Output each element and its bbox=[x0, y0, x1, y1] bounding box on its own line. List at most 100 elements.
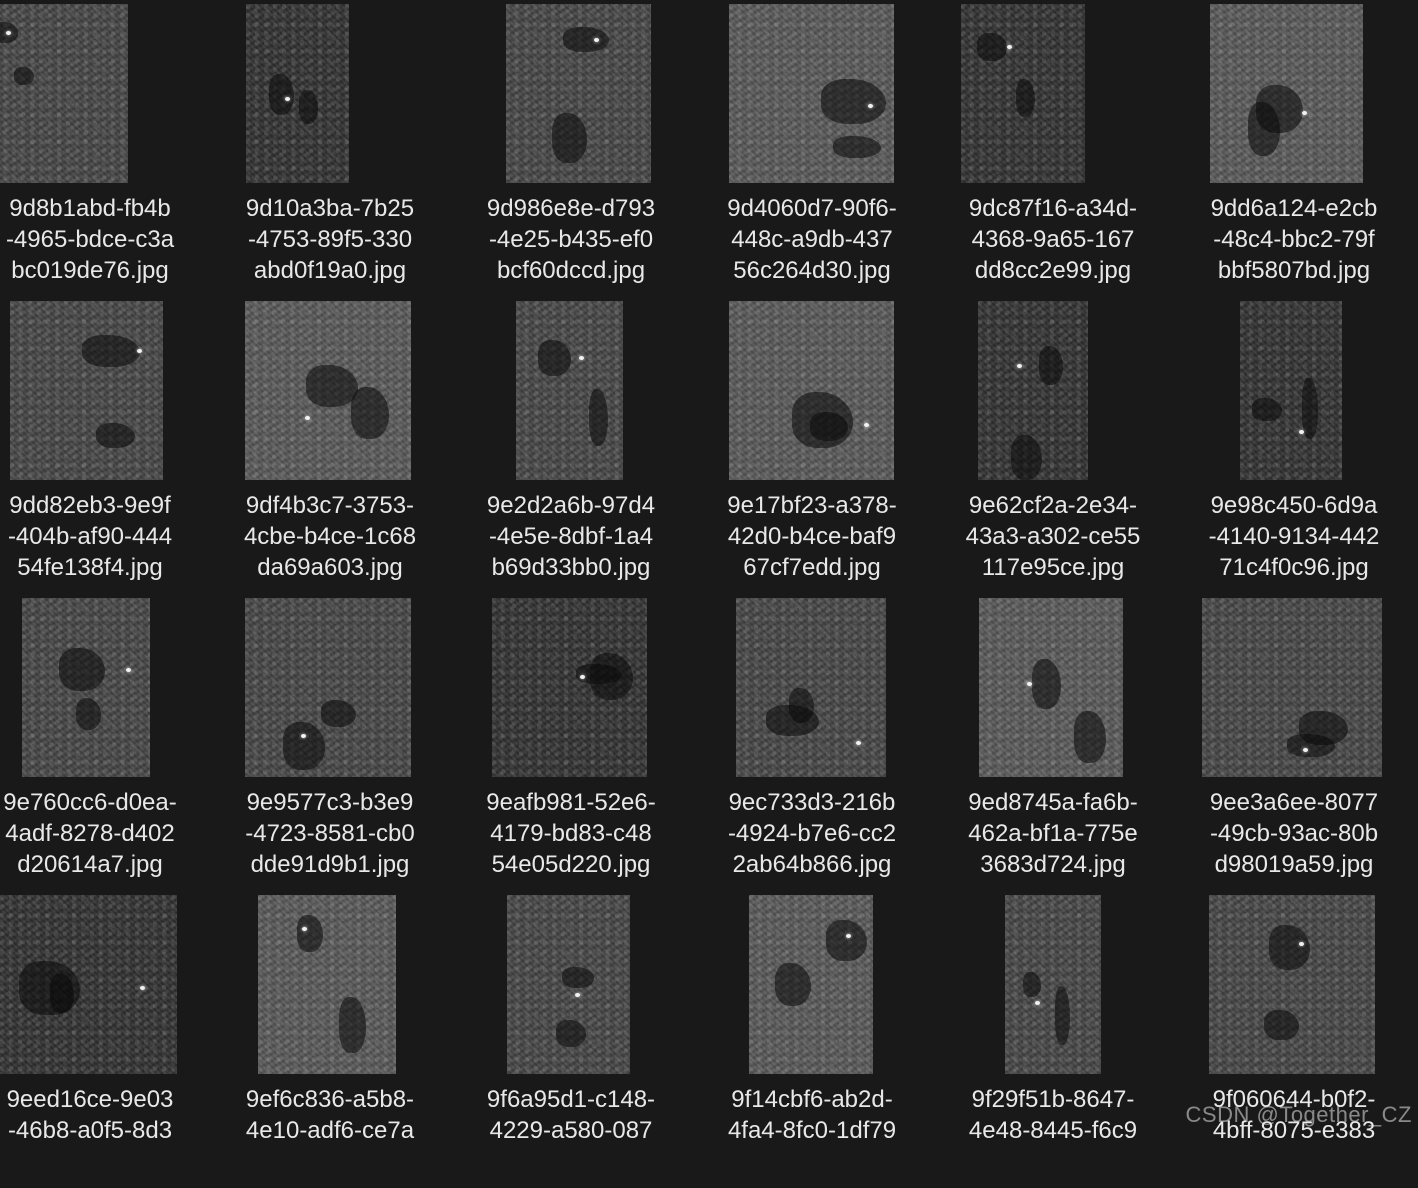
file-thumbnail[interactable] bbox=[516, 301, 623, 480]
file-thumbnail[interactable] bbox=[749, 895, 873, 1074]
file-thumbnail[interactable] bbox=[0, 4, 128, 183]
file-name-line: -4e25-b435-ef0 bbox=[451, 224, 691, 255]
file-item[interactable]: 9d10a3ba-7b25-4753-89f5-330abd0f19a0.jpg bbox=[210, 0, 450, 297]
file-thumbnail[interactable] bbox=[1202, 598, 1382, 777]
file-name-line: 9d4060d7-90f6- bbox=[692, 193, 932, 224]
thumbnail-shadow bbox=[76, 698, 102, 730]
thumbnail-shadow bbox=[775, 963, 811, 1006]
file-thumbnail[interactable] bbox=[961, 4, 1085, 183]
file-item[interactable]: 9f6a95d1-c148-4229-a580-087 bbox=[451, 891, 691, 1188]
file-name-line: 9df4b3c7-3753- bbox=[210, 490, 450, 521]
file-item[interactable]: 9df4b3c7-3753-4cbe-b4ce-1c68da69a603.jpg bbox=[210, 297, 450, 594]
file-name-line: 9dc87f16-a34d- bbox=[933, 193, 1173, 224]
thumbnail-bright-spot bbox=[1007, 45, 1012, 49]
file-name-line: -4723-8581-cb0 bbox=[210, 818, 450, 849]
file-thumbnail[interactable] bbox=[258, 895, 396, 1074]
file-item[interactable]: 9e760cc6-d0ea-4adf-8278-d402d20614a7.jpg bbox=[0, 594, 210, 891]
file-item[interactable]: 9d8b1abd-fb4b-4965-bdce-c3abc019de76.jpg bbox=[0, 0, 210, 297]
thumbnail-bright-spot bbox=[137, 349, 142, 353]
file-name-line: 117e95ce.jpg bbox=[933, 552, 1173, 583]
file-item[interactable]: 9e17bf23-a378-42d0-b4ce-baf967cf7edd.jpg bbox=[692, 297, 932, 594]
file-item[interactable]: 9ec733d3-216b-4924-b7e6-cc22ab64b866.jpg bbox=[692, 594, 932, 891]
thumbnail-shadow bbox=[306, 365, 357, 406]
file-item[interactable]: 9ed8745a-fa6b-462a-bf1a-775e3683d724.jpg bbox=[933, 594, 1173, 891]
file-name-line: 9ee3a6ee-8077 bbox=[1174, 787, 1414, 818]
file-thumbnail[interactable] bbox=[245, 301, 411, 480]
file-thumbnail[interactable] bbox=[729, 301, 894, 480]
thumbnail-shadow bbox=[1039, 346, 1063, 385]
file-name-line: 71c4f0c96.jpg bbox=[1174, 552, 1414, 583]
thumbnail-shadow bbox=[1264, 1010, 1299, 1040]
file-name-label: 9e62cf2a-2e34-43a3-a302-ce55117e95ce.jpg bbox=[933, 490, 1173, 583]
thumbnail-bright-spot bbox=[1299, 942, 1304, 946]
file-thumbnail[interactable] bbox=[506, 4, 651, 183]
file-name-label: 9f14cbf6-ab2d-4fa4-8fc0-1df79 bbox=[692, 1084, 932, 1146]
file-item[interactable]: 9f29f51b-8647-4e48-8445-f6c9 bbox=[933, 891, 1173, 1188]
thumbnail-shadow bbox=[977, 33, 1007, 62]
file-item[interactable]: 9dc87f16-a34d-4368-9a65-167dd8cc2e99.jpg bbox=[933, 0, 1173, 297]
file-item[interactable]: 9dd6a124-e2cb-48c4-bbc2-79fbbf5807bd.jpg bbox=[1174, 0, 1414, 297]
file-item[interactable]: 9e62cf2a-2e34-43a3-a302-ce55117e95ce.jpg bbox=[933, 297, 1173, 594]
file-thumbnail[interactable] bbox=[0, 895, 177, 1074]
file-name-line: 9f29f51b-8647- bbox=[933, 1084, 1173, 1115]
file-name-line: 9e98c450-6d9a bbox=[1174, 490, 1414, 521]
file-name-line: 4cbe-b4ce-1c68 bbox=[210, 521, 450, 552]
thumbnail-shadow bbox=[556, 1020, 586, 1047]
file-name-line: 9eafb981-52e6- bbox=[451, 787, 691, 818]
thumbnail-shadow bbox=[96, 423, 136, 448]
file-name-line: bc019de76.jpg bbox=[0, 255, 210, 286]
file-item[interactable]: 9ef6c836-a5b8-4e10-adf6-ce7a bbox=[210, 891, 450, 1188]
file-name-line: 9f6a95d1-c148- bbox=[451, 1084, 691, 1115]
file-name-line: -49cb-93ac-80b bbox=[1174, 818, 1414, 849]
thumbnail-bright-spot bbox=[1027, 682, 1032, 686]
file-item[interactable]: 9e9577c3-b3e9-4723-8581-cb0dde91d9b1.jpg bbox=[210, 594, 450, 891]
file-item[interactable]: 9eafb981-52e6-4179-bd83-c4854e05d220.jpg bbox=[451, 594, 691, 891]
file-thumbnail[interactable] bbox=[729, 4, 894, 183]
file-name-label: 9dd82eb3-9e9f-404b-af90-44454fe138f4.jpg bbox=[0, 490, 210, 583]
thumbnail-bright-spot bbox=[1035, 1001, 1040, 1005]
file-name-label: 9f6a95d1-c148-4229-a580-087 bbox=[451, 1084, 691, 1146]
thumbnail-shadow bbox=[1023, 972, 1040, 997]
thumbnail-shadow bbox=[299, 90, 319, 124]
file-item[interactable]: 9e2d2a6b-97d4-4e5e-8dbf-1a4b69d33bb0.jpg bbox=[451, 297, 691, 594]
file-thumbnail[interactable] bbox=[507, 895, 630, 1074]
file-name-line: bbf5807bd.jpg bbox=[1174, 255, 1414, 286]
file-thumbnail[interactable] bbox=[978, 301, 1088, 480]
file-name-line: dde91d9b1.jpg bbox=[210, 849, 450, 880]
file-thumbnail[interactable] bbox=[1209, 895, 1375, 1074]
file-thumbnail[interactable] bbox=[10, 301, 163, 480]
file-name-line: dd8cc2e99.jpg bbox=[933, 255, 1173, 286]
file-thumbnail[interactable] bbox=[1005, 895, 1101, 1074]
file-item[interactable]: 9d4060d7-90f6-448c-a9db-43756c264d30.jpg bbox=[692, 0, 932, 297]
file-thumbnail[interactable] bbox=[22, 598, 150, 777]
file-name-label: 9d4060d7-90f6-448c-a9db-43756c264d30.jpg bbox=[692, 193, 932, 286]
file-name-line: bcf60dccd.jpg bbox=[451, 255, 691, 286]
file-name-line: 2ab64b866.jpg bbox=[692, 849, 932, 880]
file-name-line: 4adf-8278-d402 bbox=[0, 818, 210, 849]
file-thumbnail[interactable] bbox=[246, 4, 349, 183]
file-item[interactable]: 9e98c450-6d9a-4140-9134-44271c4f0c96.jpg bbox=[1174, 297, 1414, 594]
file-thumbnail[interactable] bbox=[736, 598, 886, 777]
file-name-line: -404b-af90-444 bbox=[0, 521, 210, 552]
file-item[interactable]: 9d986e8e-d793-4e25-b435-ef0bcf60dccd.jpg bbox=[451, 0, 691, 297]
file-item[interactable]: 9f14cbf6-ab2d-4fa4-8fc0-1df79 bbox=[692, 891, 932, 1188]
file-name-label: 9ec733d3-216b-4924-b7e6-cc22ab64b866.jpg bbox=[692, 787, 932, 880]
thumbnail-shadow bbox=[339, 997, 365, 1052]
thumbnail-shadow bbox=[589, 389, 608, 446]
file-name-label: 9e760cc6-d0ea-4adf-8278-d402d20614a7.jpg bbox=[0, 787, 210, 880]
file-thumbnail[interactable] bbox=[979, 598, 1123, 777]
file-item[interactable]: 9ee3a6ee-8077-49cb-93ac-80bd98019a59.jpg bbox=[1174, 594, 1414, 891]
thumbnail-shadow bbox=[789, 688, 815, 724]
file-item[interactable]: 9dd82eb3-9e9f-404b-af90-44454fe138f4.jpg bbox=[0, 297, 210, 594]
file-name-label: 9dc87f16-a34d-4368-9a65-167dd8cc2e99.jpg bbox=[933, 193, 1173, 286]
file-item[interactable]: 9f060644-b0f2-4bff-8075-e383 bbox=[1174, 891, 1414, 1188]
file-thumbnail[interactable] bbox=[245, 598, 411, 777]
file-name-line: da69a603.jpg bbox=[210, 552, 450, 583]
file-thumbnail[interactable] bbox=[1240, 301, 1342, 480]
thumbnail-shadow bbox=[1016, 79, 1036, 117]
file-thumbnail-grid: 9d8b1abd-fb4b-4965-bdce-c3abc019de76.jpg… bbox=[0, 0, 1418, 1142]
file-thumbnail[interactable] bbox=[1210, 4, 1363, 183]
file-item[interactable]: 9eed16ce-9e03-46b8-a0f5-8d3 bbox=[0, 891, 210, 1188]
file-thumbnail[interactable] bbox=[492, 598, 647, 777]
thumbnail-shadow bbox=[1252, 398, 1282, 421]
